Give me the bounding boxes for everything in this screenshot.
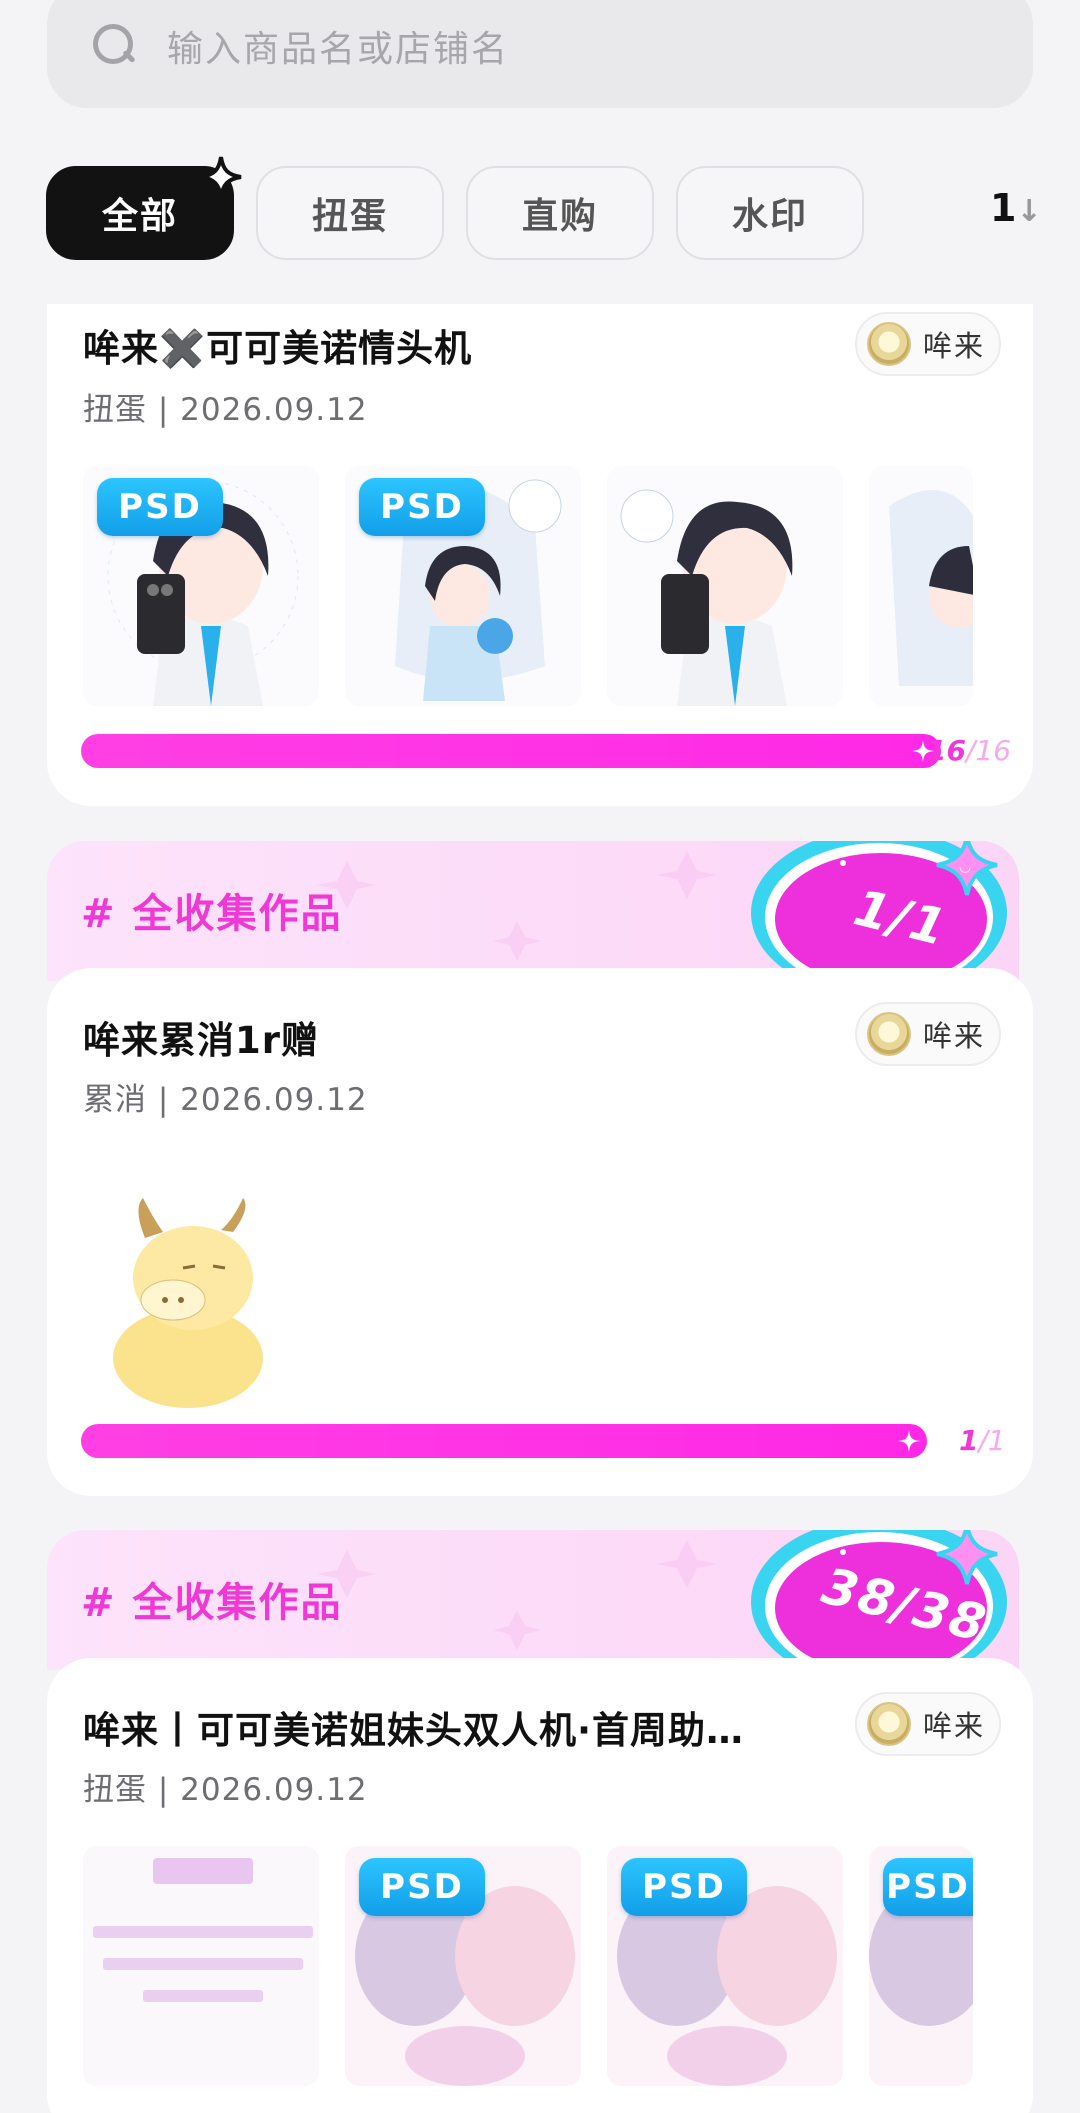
thumbnail-strip [83,1168,323,1408]
thumbnail-strip: PSD PSD PSD [83,1846,973,2086]
card-title: 哞来累消1r赠 [83,1019,319,1062]
thumbnail[interactable]: PSD [607,1846,843,2086]
card-meta: 累消 | 2026.09.12 [83,1082,368,1118]
thumbnail[interactable]: PSD [83,466,319,706]
psd-badge: PSD [359,478,485,536]
sparkle-icon [200,156,242,198]
thumbnail[interactable] [607,466,843,706]
shop-avatar [867,322,911,366]
sparkle-icon [898,1430,920,1452]
svg-text:◡: ◡ [959,859,971,875]
psd-badge: PSD [359,1858,485,1916]
thumbnail[interactable] [83,1168,323,1408]
card-meta: 扭蛋 | 2026.09.12 [83,392,368,428]
shop-name: 哞来 [923,1019,986,1053]
tab-overflow-label: 1 [990,186,1017,230]
search-icon [91,22,139,70]
banner-title: # 全收集作品 [81,1580,343,1626]
tab-label: 全部 [101,196,178,237]
thumbnail[interactable]: PSD [345,1846,581,2086]
psd-badge: PSD [883,1858,973,1916]
category-tabs: 全部 扭蛋 直购 水印 1↓ [46,156,1042,260]
tab-gacha[interactable]: 扭蛋 [256,166,444,260]
shop-chip[interactable]: 哞来 [855,1692,1001,1756]
psd-badge: PSD [97,478,223,536]
tab-direct-buy[interactable]: 直购 [466,166,654,260]
progress-count: 1/1 [959,1424,1006,1457]
shop-avatar [867,1702,911,1746]
shop-name: 哞来 [923,1709,986,1743]
tab-watermark[interactable]: 水印 [676,166,864,260]
progress-count: 16/16 [927,734,1012,767]
tab-label: 扭蛋 [311,196,388,237]
thumbnail[interactable] [869,466,973,706]
product-card[interactable]: 哞来丨可可美诺姐妹头双人机·首周助… 扭蛋 | 2026.09.12 哞来 PS… [47,1658,1033,2113]
collected-count: 1 [959,1424,979,1457]
card-title: 哞来✖️可可美诺情头机 [83,327,473,370]
card-title: 哞来丨可可美诺姐妹头双人机·首周助… [83,1709,745,1752]
collected-count: 16 [927,734,966,767]
tab-all[interactable]: 全部 [46,156,242,260]
thumbnail[interactable]: PSD [869,1846,973,2086]
tab-label: 直购 [521,196,598,237]
thumbnail[interactable]: PSD [345,466,581,706]
banner-title: # 全收集作品 [81,891,343,937]
full-collection-banner: # 全收集作品 ◡ 1/1 [47,841,1019,981]
card-meta: 扭蛋 | 2026.09.12 [83,1772,368,1808]
search-input[interactable]: 输入商品名或店铺名 [167,20,509,72]
product-card[interactable]: 哞来累消1r赠 累消 | 2026.09.12 哞来 1/1 [47,968,1033,1496]
shop-avatar [867,1012,911,1056]
tab-label: 水印 [731,196,808,237]
thumbnail[interactable] [83,1846,319,2086]
progress-bar [81,1424,927,1458]
full-collection-banner: # 全收集作品 38/38 [47,1530,1019,1670]
shop-name: 哞来 [923,329,986,363]
thumbnail-strip: PSD PSD [83,466,973,706]
sort-icon: ↓ [1016,194,1042,229]
total-count: 1 [987,1424,1006,1457]
search-bar[interactable]: 输入商品名或店铺名 [47,0,1033,108]
product-card[interactable]: 哞来✖️可可美诺情头机 扭蛋 | 2026.09.12 哞来 PSD PSD 1… [47,304,1033,806]
shop-chip[interactable]: 哞来 [855,312,1001,376]
progress-bar [81,734,941,768]
tab-overflow[interactable]: 1↓ [990,186,1042,230]
total-count: 16 [975,734,1012,767]
shop-chip[interactable]: 哞来 [855,1002,1001,1066]
psd-badge: PSD [621,1858,747,1916]
